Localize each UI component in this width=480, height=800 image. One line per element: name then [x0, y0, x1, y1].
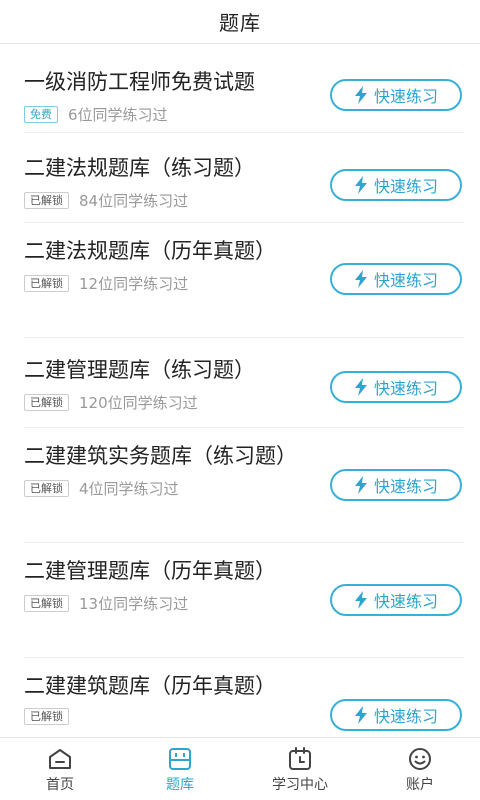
list-item[interactable]: 二建建筑实务题库（练习题） 已解锁 4位同学练习过 快速练习 — [24, 428, 464, 543]
tab-label: 学习中心 — [272, 777, 328, 793]
quick-practice-label: 快速练习 — [373, 592, 438, 611]
page-title: 题库 — [219, 11, 261, 35]
tab-label: 题库 — [166, 777, 194, 793]
practice-count: 84位同学练习过 — [79, 192, 189, 210]
lightning-icon — [354, 378, 367, 396]
lightning-icon — [354, 270, 367, 288]
bottom-tab-bar: 首页 题库 学习中心 账户 — [0, 737, 480, 800]
tab-question-bank[interactable]: 题库 — [120, 738, 240, 800]
list-item[interactable]: 一级消防工程师免费试题 免费 6位同学练习过 快速练习 — [24, 45, 464, 133]
tab-account[interactable]: 账户 — [360, 738, 480, 800]
tab-home[interactable]: 首页 — [0, 738, 120, 800]
lightning-icon — [354, 591, 367, 609]
home-icon — [49, 749, 71, 769]
lightning-icon — [354, 176, 367, 194]
item-title: 二建管理题库（历年真题） — [24, 559, 276, 583]
quick-practice-label: 快速练习 — [373, 87, 438, 106]
item-title: 二建建筑题库（历年真题） — [24, 674, 276, 698]
quick-practice-button[interactable]: 快速练习 — [330, 169, 462, 201]
practice-count: 120位同学练习过 — [79, 394, 198, 412]
item-title: 二建法规题库（历年真题） — [24, 239, 276, 263]
list-item[interactable]: 二建管理题库（练习题） 已解锁 120位同学练习过 快速练习 — [24, 338, 464, 428]
lightning-icon — [354, 706, 367, 724]
unlocked-badge: 已解锁 — [24, 595, 69, 612]
question-bank-icon — [169, 748, 191, 770]
list-item[interactable]: 二建法规题库（练习题） 已解锁 84位同学练习过 快速练习 — [24, 133, 464, 223]
quick-practice-label: 快速练习 — [373, 707, 438, 726]
unlocked-badge: 已解锁 — [24, 480, 69, 497]
unlocked-badge: 已解锁 — [24, 394, 69, 411]
unlocked-badge: 已解锁 — [24, 708, 69, 725]
item-title: 二建建筑实务题库（练习题） — [24, 444, 297, 468]
lightning-icon — [354, 86, 367, 104]
practice-count: 12位同学练习过 — [79, 275, 189, 293]
quick-practice-button[interactable]: 快速练习 — [330, 469, 462, 501]
item-title: 一级消防工程师免费试题 — [24, 70, 255, 94]
app-header: 题库 — [0, 0, 480, 44]
lightning-icon — [354, 476, 367, 494]
practice-count: 4位同学练习过 — [79, 480, 179, 498]
item-title: 二建法规题库（练习题） — [24, 156, 255, 180]
quick-practice-button[interactable]: 快速练习 — [330, 79, 462, 111]
list-item[interactable]: 二建管理题库（历年真题） 已解锁 13位同学练习过 快速练习 — [24, 543, 464, 658]
tab-label: 首页 — [46, 777, 74, 793]
quick-practice-label: 快速练习 — [373, 477, 438, 496]
item-title: 二建管理题库（练习题） — [24, 358, 255, 382]
tab-label: 账户 — [406, 777, 434, 793]
quick-practice-label: 快速练习 — [373, 271, 438, 290]
quick-practice-label: 快速练习 — [373, 379, 438, 398]
quick-practice-button[interactable]: 快速练习 — [330, 699, 462, 731]
calendar-icon — [289, 747, 311, 770]
practice-count: 13位同学练习过 — [79, 595, 189, 613]
quick-practice-button[interactable]: 快速练习 — [330, 263, 462, 295]
tab-study-center[interactable]: 学习中心 — [240, 738, 360, 800]
practice-count: 6位同学练习过 — [68, 106, 168, 124]
question-bank-list[interactable]: 一级消防工程师免费试题 免费 6位同学练习过 快速练习 二建法规题库（练习题） … — [0, 45, 480, 737]
quick-practice-button[interactable]: 快速练习 — [330, 371, 462, 403]
list-item[interactable]: 二建法规题库（历年真题） 已解锁 12位同学练习过 快速练习 — [24, 223, 464, 338]
quick-practice-label: 快速练习 — [373, 177, 438, 196]
free-badge: 免费 — [24, 106, 58, 123]
unlocked-badge: 已解锁 — [24, 275, 69, 292]
smiley-face-icon — [409, 748, 431, 770]
quick-practice-button[interactable]: 快速练习 — [330, 584, 462, 616]
unlocked-badge: 已解锁 — [24, 192, 69, 209]
list-item[interactable]: 二建建筑题库（历年真题） 已解锁 快速练习 — [24, 658, 464, 737]
